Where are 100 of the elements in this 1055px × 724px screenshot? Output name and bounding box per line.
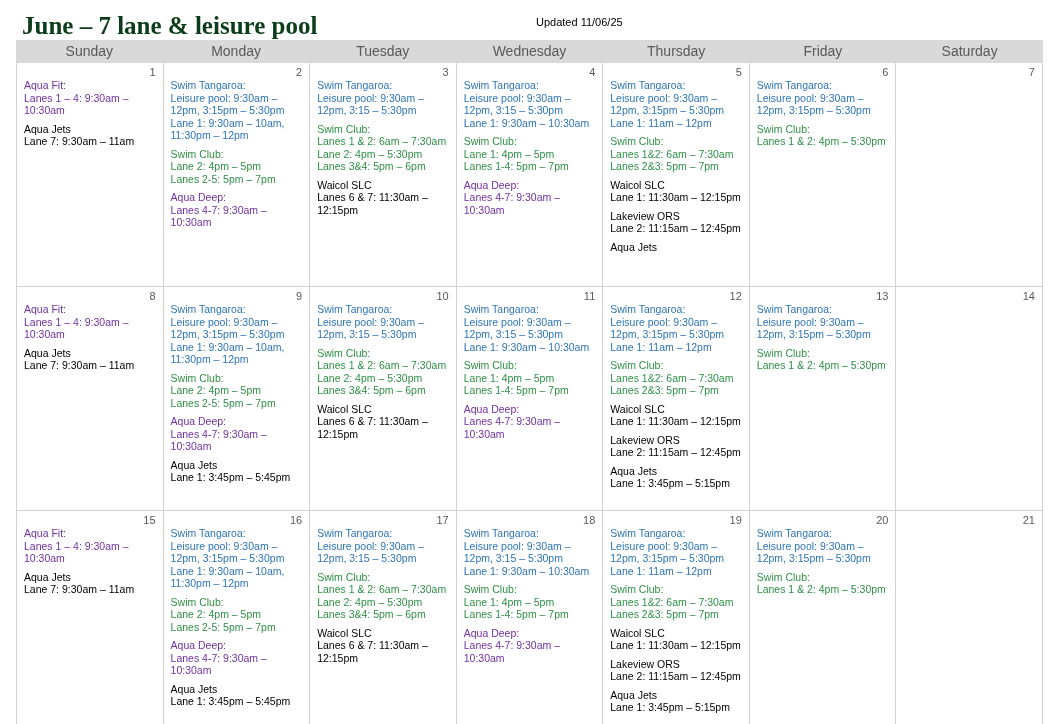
event-title: Swim Club: [610, 583, 664, 596]
day-number: 20 [876, 514, 889, 527]
weekday-label: Wednesday [492, 42, 567, 61]
event-title: Waicol SLC [317, 626, 372, 639]
event-title: Swim Club: [463, 583, 517, 596]
event-title: Swim Club: [317, 346, 371, 359]
event-time: Lane 2: 4pm – 5pm [170, 608, 262, 621]
event-title: Swim Club: [756, 122, 810, 135]
event-time: Lane 1: 9:30am – 10:30am [463, 340, 590, 353]
event-title: Aqua Jets [610, 464, 657, 477]
event-title: Lakeview ORS [610, 657, 680, 670]
event-time: Lane 7: 9:30am – 11am [24, 583, 135, 596]
event-time: Lane 1: 4pm – 5pm [463, 371, 555, 384]
event-title: Swim Tangaroa: [170, 527, 246, 540]
event-title: Aqua Jets [24, 122, 71, 135]
event-time: Lane 2: 4pm – 5:30pm [317, 595, 423, 608]
event-time: Leisure pool: 9:30am – 12pm, 3:15pm – 5:30pm [610, 315, 726, 341]
event-time: Lanes 1&2: 6am – 7:30am [610, 371, 734, 384]
event-title: Swim Club: [463, 359, 517, 372]
event-title: Swim Tangaroa: [170, 79, 246, 92]
event-time: Lanes 1 & 2: 6am – 7:30am [317, 583, 447, 596]
event-time: Lanes 1 & 2: 4pm – 5:30pm [756, 583, 886, 596]
day-number: 8 [149, 290, 156, 303]
event-time: Lanes 1 – 4: 9:30am – 10:30am [24, 91, 130, 117]
day-number: 7 [1028, 66, 1035, 79]
event-title: Swim Tangaroa: [463, 79, 539, 92]
event-title: Aqua Jets [610, 240, 657, 253]
event-time: Lanes 1 – 4: 9:30am – 10:30am [24, 539, 130, 565]
weekday-label: Friday [803, 42, 843, 61]
event-title: Swim Tangaroa: [756, 303, 832, 316]
event-title: Lakeview ORS [610, 433, 680, 446]
event-title: Swim Club: [756, 570, 810, 583]
event-time: Lanes 1 & 2: 4pm – 5:30pm [756, 135, 886, 148]
event-time: Lanes 4-7: 9:30am – 10:30am [170, 203, 268, 229]
day-number: 21 [1022, 514, 1035, 527]
weekday-label: Tuesday [356, 42, 410, 61]
event-time: Lane 1: 11am – 12pm [610, 564, 712, 577]
event-title: Waicol SLC [610, 626, 665, 639]
event-time: Lane 1: 3:45pm – 5:45pm [170, 695, 291, 708]
event-title: Aqua Fit: [24, 527, 67, 540]
event-title: Aqua Fit: [24, 79, 67, 92]
event-title: Swim Club: [170, 147, 224, 160]
event-time: Lane 1: 11:30am – 12:15pm [610, 415, 741, 428]
event-time: Lanes 1 & 2: 6am – 7:30am [317, 135, 447, 148]
event-time: Lane 7: 9:30am – 11am [24, 135, 135, 148]
day-number: 2 [296, 66, 303, 79]
day-number: 18 [583, 514, 596, 527]
event-time: Lane 1: 4pm – 5pm [463, 595, 555, 608]
event-time: Lane 1: 9:30am – 10:30am [463, 564, 590, 577]
event-time: Lanes 4-7: 9:30am – 10:30am [170, 651, 268, 677]
event-time: Lanes 6 & 7: 11:30am – 12:15pm [317, 639, 429, 664]
weekday-label: Saturday [941, 42, 998, 61]
day-number: 19 [729, 514, 742, 527]
event-title: Swim Tangaroa: [463, 303, 539, 316]
day-number: 13 [876, 290, 889, 303]
event-time: Lane 1: 9:30am – 10am, 11:30pm – 12pm [170, 564, 286, 590]
event-title: Aqua Jets [170, 682, 218, 695]
event-time: Lanes 3&4: 5pm – 6pm [317, 384, 426, 397]
event-time: Lane 1: 11:30am – 12:15pm [610, 191, 741, 204]
day-number: 15 [143, 514, 156, 527]
event-time: Leisure pool: 9:30am – 12pm, 3:15pm – 5:30pm [756, 91, 872, 117]
event-time: Lane 2: 4pm – 5:30pm [317, 147, 423, 160]
event-time: Lanes 1&2: 6am – 7:30am [610, 595, 734, 608]
day-number: 3 [442, 66, 449, 79]
event-title: Waicol SLC [317, 178, 372, 191]
event-time: Lanes 1&2: 6am – 7:30am [610, 147, 734, 160]
weekday-label: Sunday [65, 42, 114, 61]
event-time: Lanes 4-7: 9:30am – 10:30am [463, 639, 562, 664]
event-time: Leisure pool: 9:30am – 12pm, 3:15pm – 5:30pm [756, 315, 872, 341]
event-time: Lanes 2&3: 5pm – 7pm [610, 384, 719, 397]
event-time: Lanes 1-4: 5pm – 7pm [463, 160, 569, 173]
event-time: Lane 1: 3:45pm – 5:15pm [610, 477, 730, 490]
day-number: 17 [436, 514, 449, 527]
event-time: Lanes 2&3: 5pm – 7pm [610, 608, 719, 621]
event-time: Leisure pool: 9:30am – 12pm, 3:15 – 5:30pm [317, 91, 425, 117]
day-number: 4 [589, 66, 596, 79]
event-title: Swim Tangaroa: [317, 79, 393, 92]
event-time: Lane 1: 9:30am – 10am, 11:30pm – 12pm [170, 340, 286, 366]
event-time: Lanes 2-5: 5pm – 7pm [170, 620, 276, 633]
event-title: Waicol SLC [610, 402, 665, 415]
event-time: Leisure pool: 9:30am – 12pm, 3:15 – 5:30pm [317, 539, 425, 565]
event-time: Lane 2: 11:15am – 12:45pm [610, 222, 741, 235]
event-title: Aqua Deep: [463, 402, 520, 415]
event-time: Lane 1: 9:30am – 10:30am [463, 116, 590, 129]
event-title: Swim Tangaroa: [756, 527, 832, 540]
event-time: Lane 1: 11am – 12pm [610, 116, 712, 129]
event-title: Swim Tangaroa: [463, 527, 539, 540]
event-title: Swim Tangaroa: [170, 303, 246, 316]
page-title: June – 7 lane & leisure pool [21, 12, 319, 40]
event-time: Lanes 1 & 2: 6am – 7:30am [317, 359, 447, 372]
event-title: Swim Club: [170, 371, 224, 384]
event-time: Lane 1: 11:30am – 12:15pm [610, 639, 741, 652]
event-title: Swim Club: [317, 122, 371, 135]
event-time: Lane 1: 11am – 12pm [610, 340, 712, 353]
event-title: Aqua Deep: [463, 626, 520, 639]
event-time: Lanes 1 & 2: 4pm – 5:30pm [756, 359, 886, 372]
event-title: Swim Tangaroa: [610, 79, 686, 92]
event-time: Lane 2: 4pm – 5:30pm [317, 371, 423, 384]
event-title: Waicol SLC [610, 178, 665, 191]
event-time: Leisure pool: 9:30am – 12pm, 3:15 – 5:30pm [317, 315, 425, 341]
